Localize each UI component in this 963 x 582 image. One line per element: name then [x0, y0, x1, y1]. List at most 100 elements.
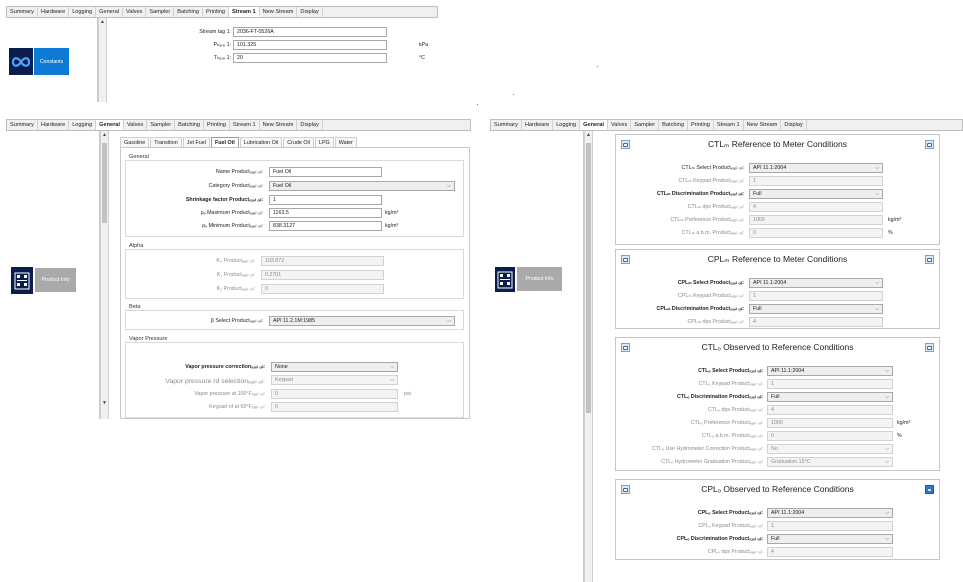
tab-summary[interactable]: Summary [7, 7, 38, 17]
ctl-o-preference-unit: kg/m³ [897, 420, 911, 426]
ctl-m-discrimination-dropdown[interactable]: Full ⌵ [749, 189, 883, 199]
name-product-field[interactable]: Fuel Oil [269, 167, 382, 177]
ctl-o-dps-label: CTLₒ dps Productₓₐₑₗ ₒᵢₗ: [708, 407, 763, 413]
ctl-m-discrimination-label: CTLₘ Discrimination Productₓₐₑₗ ₒᵢₗ: [656, 191, 744, 197]
tab-stream-1[interactable]: Stream 1 [230, 120, 260, 130]
beta-select-dropdown[interactable]: API 11.2.1M:1985 ⌵ [269, 316, 455, 326]
right-scrollbar[interactable]: ▲ [584, 131, 593, 582]
subtab-water[interactable]: Water [334, 137, 357, 147]
ctl-m-select-dropdown[interactable]: API 11.1:2004 ⌵ [749, 163, 883, 173]
vapor-100f-unit: psi [404, 391, 411, 397]
tab-printing[interactable]: Printing [203, 7, 229, 17]
tab-batching[interactable]: Batching [174, 7, 204, 17]
cpl-o-card: CPLₒ Observed to Reference Conditions CP… [615, 479, 940, 560]
tab-batching[interactable]: Batching [659, 120, 688, 130]
ctl-o-select-dropdown[interactable]: API 11.1:2004 ⌵ [767, 366, 893, 376]
subtab-gasoline[interactable]: Gasoline [120, 137, 150, 147]
device-grid-icon[interactable] [495, 267, 515, 292]
tab-hardware[interactable]: Hardware [38, 7, 70, 17]
tab-valves[interactable]: Valves [608, 120, 632, 130]
constants-button[interactable]: Constants [34, 48, 69, 75]
subtab-fuel-oil[interactable]: Fuel Oil [210, 137, 239, 147]
scroll-up-icon[interactable]: ▲ [585, 131, 592, 139]
tab-sampler[interactable]: Sampler [146, 7, 175, 17]
cpl-o-dps-label: CPLₒ dps Productₓₐₑₗ ₒᵢₗ: [707, 549, 763, 555]
ctl-m-dps-label: CTLₘ dps Productₓₐₑₗ ₒᵢₗ: [687, 204, 744, 210]
chevron-down-icon: ⌵ [447, 318, 451, 324]
tab-printing[interactable]: Printing [204, 120, 230, 130]
infinity-icon[interactable] [9, 48, 33, 75]
cpl-o-title: CPLₒ Observed to Reference Conditions [701, 484, 854, 494]
right-sidebar: Product Info [490, 131, 584, 582]
tab-sampler[interactable]: Sampler [147, 120, 176, 130]
shrinkage-field[interactable]: 1 [269, 195, 382, 205]
tab-logging[interactable]: Logging [553, 120, 581, 130]
subtab-lpg[interactable]: LPG [314, 137, 334, 147]
scroll-thumb[interactable] [102, 143, 107, 223]
tab-general[interactable]: General [580, 120, 608, 130]
tab-stream-1[interactable]: Stream 1 [714, 120, 744, 130]
vapor-rd-label: Vapor pressure rd selectionₓₐₑₗ ₒᵢₗ: [165, 378, 265, 385]
artifact-dot [513, 94, 514, 95]
ctl-o-card: CTLₒ Observed to Reference Conditions CT… [615, 337, 940, 471]
tab-new-stream[interactable]: New Stream [260, 7, 298, 17]
ctl-o-graduation-dropdown: Graduation 15°C ⌵ [767, 457, 893, 467]
t-base-field[interactable]: 20 [233, 53, 387, 63]
chevron-down-icon: ⌵ [875, 191, 879, 197]
product-info-button[interactable]: Product Info [517, 267, 562, 291]
tab-valves[interactable]: Valves [124, 120, 148, 130]
tab-summary[interactable]: Summary [491, 120, 522, 130]
subtab-crude-oil[interactable]: Crude Oil [283, 137, 314, 147]
tab-logging[interactable]: Logging [69, 120, 97, 130]
cpl-m-select-dropdown[interactable]: API 11.1:2004 ⌵ [749, 278, 883, 288]
category-product-label: Category Productₓₐₑₗ ₒᵢₗ: [208, 183, 263, 189]
left-scrollbar[interactable]: ▲ ▼ [100, 131, 109, 419]
tab-batching[interactable]: Batching [175, 120, 204, 130]
vapor-correction-dropdown[interactable]: None ⌵ [271, 362, 398, 372]
p-base-field[interactable]: 101.325 [233, 40, 387, 50]
top-scrollbar[interactable]: ▲ [98, 18, 107, 102]
stream-tag-label: Stream tag 1: [199, 29, 231, 35]
ctl-o-graduation-label: CTLₒ Hydrometer Graduation Productₓₐₑₗ ₒ… [661, 459, 763, 465]
ctl-m-select-label: CTLₘ Select Productₓₐₑₗ ₒᵢₗ: [681, 165, 744, 171]
cpl-o-discrimination-label: CPLₒ Discrimination Productₓₐₑₗ ₒᵢₗ: [676, 536, 763, 542]
scroll-up-icon[interactable]: ▲ [99, 18, 106, 26]
category-product-dropdown[interactable]: Fuel Oil ⌵ [269, 181, 455, 191]
rho-min-label: ρₑ Minimum Productₓₐₑₗ ₒᵢₗ: [202, 223, 263, 229]
device-grid-icon[interactable] [11, 267, 33, 294]
tab-display[interactable]: Display [297, 7, 323, 17]
cpl-o-select-dropdown[interactable]: API 11.1:2004 ⌵ [767, 508, 893, 518]
cpl-m-discrimination-dropdown[interactable]: Full ⌵ [749, 304, 883, 314]
rho-max-field[interactable]: 1163.5 [269, 208, 382, 218]
cpl-o-discrimination-dropdown[interactable]: Full ⌵ [767, 534, 893, 544]
tab-display[interactable]: Display [781, 120, 807, 130]
tab-general[interactable]: General [96, 7, 124, 17]
tab-general[interactable]: General [96, 120, 124, 130]
tab-stream-1[interactable]: Stream 1 [228, 7, 260, 17]
ctl-o-select-label: CTLₒ Select Productₓₐₑₗ ₒᵢₗ: [698, 368, 763, 374]
cpl-o-keypad-field: 1 [767, 521, 893, 531]
ctl-o-discrimination-dropdown[interactable]: Full ⌵ [767, 392, 893, 402]
tab-summary[interactable]: Summary [7, 120, 38, 130]
scroll-thumb[interactable] [586, 143, 591, 413]
tab-new-stream[interactable]: New Stream [260, 120, 298, 130]
tab-hardware[interactable]: Hardware [38, 120, 70, 130]
stream-tag-field[interactable]: 2036-FT-0526A [233, 27, 387, 37]
tab-printing[interactable]: Printing [688, 120, 714, 130]
subtab-transition[interactable]: Transition [150, 137, 182, 147]
cpl-m-discrimination-value: Full [753, 306, 762, 312]
tab-new-stream[interactable]: New Stream [744, 120, 782, 130]
subtab-lubrication-oil[interactable]: Lubrication Oil [239, 137, 283, 147]
tab-hardware[interactable]: Hardware [522, 120, 554, 130]
rho-min-field[interactable]: 838.3127 [269, 221, 382, 231]
tab-display[interactable]: Display [297, 120, 323, 130]
product-info-button[interactable]: Product Info [35, 268, 76, 292]
tab-valves[interactable]: Valves [123, 7, 147, 17]
scroll-down-icon[interactable]: ▼ [101, 399, 108, 407]
scroll-up-icon[interactable]: ▲ [101, 131, 108, 139]
subtab-jet-fuel[interactable]: Jet Fuel [182, 137, 210, 147]
tab-sampler[interactable]: Sampler [631, 120, 660, 130]
tab-logging[interactable]: Logging [69, 7, 97, 17]
top-tabbar: Summary Hardware Logging General Valves … [6, 6, 438, 18]
rho-min-unit: kg/m³ [385, 223, 399, 229]
